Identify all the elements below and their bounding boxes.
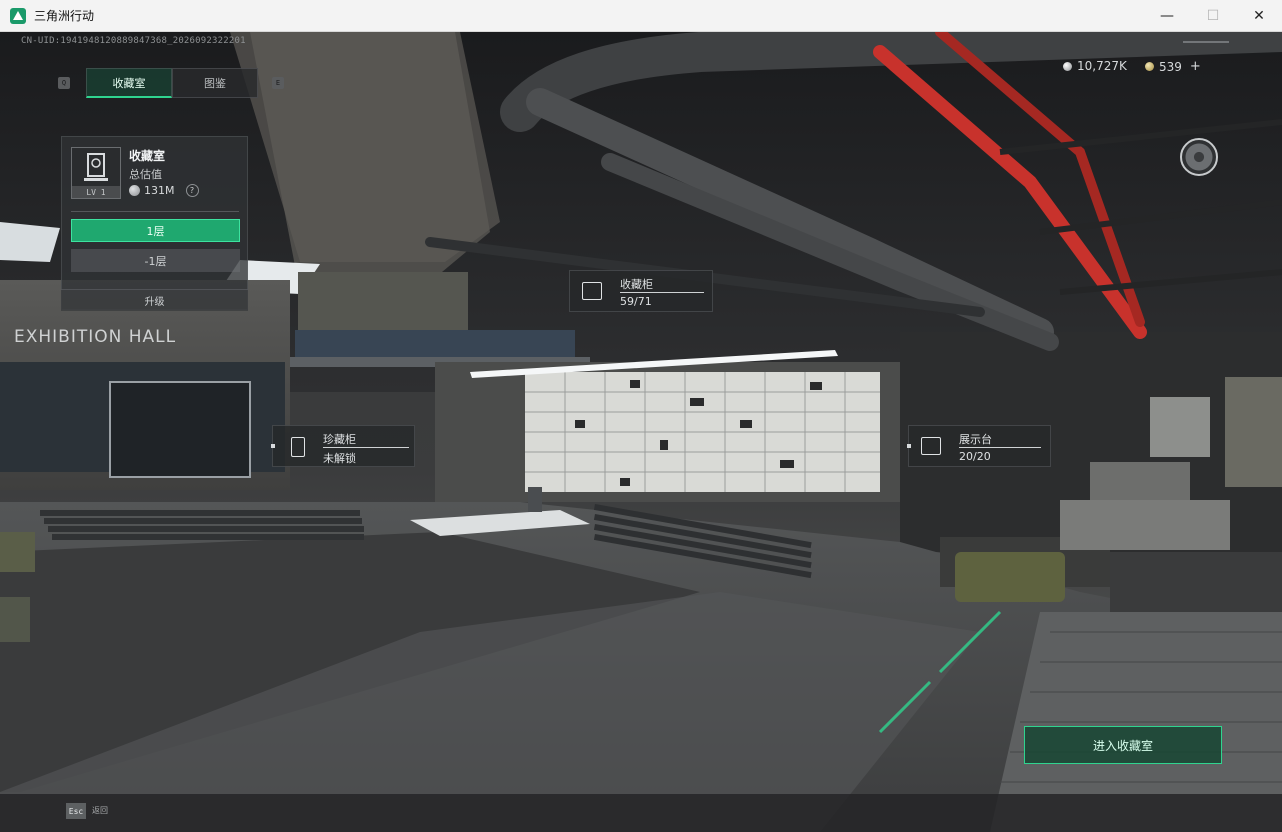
coin-icon [129, 185, 140, 196]
silver-amount: 10,727K [1077, 59, 1127, 73]
card-divider [71, 211, 239, 212]
music-disc-button[interactable] [1180, 138, 1218, 176]
tab-prev-key[interactable]: Q [58, 77, 70, 89]
gold-coin-icon [1145, 62, 1154, 71]
add-currency-button[interactable]: + [1190, 59, 1201, 74]
window-controls: — ☐ ✕ [1144, 0, 1282, 32]
locked-cabinet-icon [291, 437, 305, 457]
tab-collection-room[interactable]: 收藏室 [86, 68, 172, 98]
esc-label: 返回 [92, 806, 108, 815]
cabinet-marker[interactable]: 收藏柜 59/71 [569, 270, 713, 312]
gold-amount: 539 [1159, 59, 1182, 74]
esc-key-hint[interactable]: Esc [66, 803, 86, 819]
badge-level: LV 1 [72, 186, 120, 198]
marker-dot [907, 444, 911, 448]
game-viewport[interactable]: EXHIBITION HALL CN-UID:19419481208898473… [0, 32, 1282, 832]
help-icon[interactable]: ? [185, 184, 199, 197]
silver-coin-icon [1063, 61, 1072, 71]
collection-value: 131M [144, 184, 175, 197]
collection-value-row: 131M ? [129, 184, 199, 197]
minimize-button[interactable]: — [1144, 0, 1190, 32]
upgrade-button[interactable]: 升级 [61, 289, 248, 311]
collection-info-card: LV 1 收藏室 总估值 131M ? 1层 -1层 [61, 136, 248, 310]
collection-subtitle: 总估值 [129, 168, 162, 181]
floor-minus-1-button[interactable]: -1层 [71, 249, 240, 272]
display-stand-icon [921, 437, 941, 455]
bottom-bar [0, 794, 1282, 832]
treasure-cabinet-marker[interactable]: 珍藏柜 未解锁 [271, 425, 415, 467]
treasure-title: 珍藏柜 [323, 433, 356, 446]
display-title: 展示台 [959, 433, 992, 446]
collection-title: 收藏室 [129, 149, 166, 163]
cabinet-icon [582, 282, 602, 300]
treasure-status: 未解锁 [323, 452, 356, 465]
tab-next-key[interactable]: E [272, 77, 284, 89]
tab-catalog[interactable]: 图鉴 [172, 68, 258, 98]
player-uid: CN-UID:1941948120889847368_2026092322201 [21, 36, 246, 46]
treasure-underline [323, 447, 409, 448]
maximize-button[interactable]: ☐ [1190, 0, 1236, 32]
display-stand-marker[interactable]: 展示台 20/20 [907, 425, 1051, 467]
enter-collection-room-button[interactable]: 进入收藏室 [1024, 726, 1222, 764]
display-count: 20/20 [959, 450, 991, 463]
collection-badge: LV 1 [71, 147, 121, 199]
cabinet-count: 59/71 [620, 295, 652, 308]
floor-1-button[interactable]: 1层 [71, 219, 240, 242]
display-underline [959, 447, 1041, 448]
top-decor-line [1183, 41, 1229, 43]
marker-dot [271, 444, 275, 448]
window-title: 三角洲行动 [34, 9, 95, 23]
gold-currency: 539 + [1145, 59, 1201, 74]
trophy-icon [84, 153, 108, 181]
app-logo-icon [10, 7, 26, 24]
window-titlebar: 三角洲行动 — ☐ ✕ [0, 0, 1282, 32]
cabinet-title: 收藏柜 [620, 278, 653, 291]
close-button[interactable]: ✕ [1236, 0, 1282, 32]
exhibition-hall-sign: EXHIBITION HALL [14, 327, 176, 347]
silver-currency: 10,727K [1063, 59, 1127, 73]
view-tabs: Q 收藏室 图鉴 E [58, 68, 284, 98]
cabinet-underline [620, 292, 704, 293]
